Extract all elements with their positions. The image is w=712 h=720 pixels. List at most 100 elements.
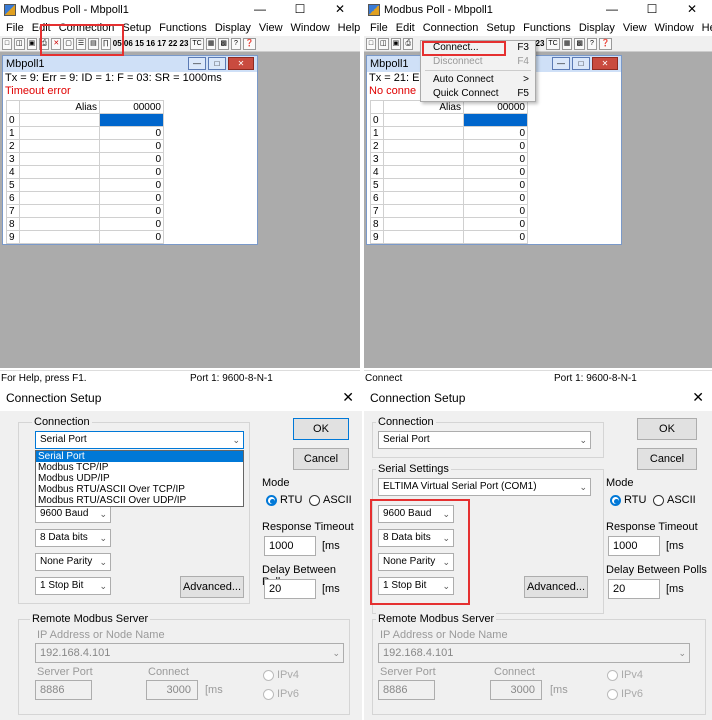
table-row[interactable]: 30 — [370, 152, 528, 166]
table-row[interactable]: 50 — [370, 178, 528, 192]
menu-window[interactable]: Window — [651, 22, 698, 34]
response-timeout-input[interactable]: 1000 — [608, 536, 660, 556]
minimize-icon[interactable]: — — [592, 0, 632, 19]
ok-button[interactable]: OK — [293, 418, 349, 440]
monitor-icon[interactable]: ▩ — [574, 37, 585, 50]
table-cell-selected[interactable]: 0 — [99, 113, 164, 127]
menu-functions[interactable]: Functions — [519, 22, 575, 34]
tc-button[interactable]: TC — [190, 37, 204, 50]
open-icon[interactable]: ◫ — [14, 37, 25, 50]
column-header-address[interactable]: 00000 — [463, 100, 528, 114]
column-header-alias[interactable]: Alias — [19, 100, 100, 114]
table-row[interactable]: 00 — [370, 113, 528, 127]
server-port-input[interactable]: 8886 — [35, 680, 92, 700]
menu-item-disconnect[interactable]: Disconnect F4 — [421, 55, 535, 69]
baud-rate-select[interactable]: 9600 Baud ⌄ — [35, 505, 111, 523]
ok-button[interactable]: OK — [637, 418, 697, 440]
function-codes[interactable]: 05 06 15 16 17 22 23 — [113, 39, 189, 48]
mode-rtu-radio[interactable]: RTU — [266, 494, 302, 506]
close-icon[interactable]: ✕ — [342, 389, 354, 406]
cancel-button[interactable]: Cancel — [293, 448, 349, 470]
table-row[interactable]: 70 — [6, 204, 164, 218]
menu-item-auto-connect[interactable]: Auto Connect > — [421, 73, 535, 87]
option-tcp-ip[interactable]: Modbus TCP/IP — [36, 462, 243, 473]
table-row[interactable]: 10 — [6, 126, 164, 140]
connect-timeout-input[interactable]: 3000 — [490, 680, 542, 700]
close-icon[interactable]: ✕ — [672, 0, 712, 19]
mode-ascii-radio[interactable]: ASCII — [309, 494, 352, 506]
option-rtu-over-tcp[interactable]: Modbus RTU/ASCII Over TCP/IP — [36, 484, 243, 495]
help-icon[interactable]: ? — [586, 37, 597, 50]
tc-button[interactable]: TC — [546, 37, 560, 50]
menu-functions[interactable]: Functions — [155, 22, 211, 34]
delay-between-polls-input[interactable]: 20 — [608, 579, 660, 599]
option-rtu-over-udp[interactable]: Modbus RTU/ASCII Over UDP/IP — [36, 495, 243, 506]
connect-timeout-input[interactable]: 3000 — [146, 680, 198, 700]
close-icon[interactable]: ✕ — [592, 57, 618, 70]
table-row[interactable]: 90 — [6, 230, 164, 244]
connection-type-select[interactable]: Serial Port ⌄ — [35, 431, 244, 449]
chart-icon[interactable]: ▦ — [561, 37, 573, 50]
menu-view[interactable]: View — [619, 22, 651, 34]
table-row[interactable]: 80 — [6, 217, 164, 231]
table-row[interactable]: 60 — [370, 191, 528, 205]
close-icon[interactable]: ✕ — [692, 389, 704, 406]
menu-display[interactable]: Display — [211, 22, 255, 34]
column-header-alias[interactable]: Alias — [383, 100, 464, 114]
help-icon[interactable]: ? — [231, 37, 241, 50]
save-icon[interactable]: ▣ — [390, 37, 402, 50]
connection-type-select[interactable]: Serial Port ⌄ — [378, 431, 591, 449]
option-serial-port[interactable]: Serial Port — [36, 451, 243, 462]
ipv6-radio[interactable]: IPv6 — [607, 688, 643, 700]
new-icon[interactable]: □ — [366, 37, 376, 50]
table-row[interactable]: 20 — [6, 139, 164, 153]
table-row[interactable]: 40 — [370, 165, 528, 179]
ip-address-input[interactable]: 192.168.4.101 ⌄ — [35, 643, 344, 663]
mode-ascii-radio[interactable]: ASCII — [653, 494, 696, 506]
data-bits-select[interactable]: 8 Data bits ⌄ — [35, 529, 111, 547]
delay-between-polls-input[interactable]: 20 — [264, 579, 316, 599]
stop-bit-select[interactable]: 1 Stop Bit ⌄ — [35, 577, 111, 595]
print-icon[interactable]: ⎙ — [403, 37, 414, 50]
table-row[interactable]: 40 — [6, 165, 164, 179]
ipv6-radio[interactable]: IPv6 — [263, 688, 299, 700]
response-timeout-input[interactable]: 1000 — [264, 536, 316, 556]
ipv4-radio[interactable]: IPv4 — [263, 669, 299, 681]
table-row[interactable]: 70 — [370, 204, 528, 218]
menu-connection[interactable]: Connection — [419, 22, 483, 34]
menu-help[interactable]: Help — [334, 22, 360, 34]
open-icon[interactable]: ◫ — [378, 37, 389, 50]
table-row[interactable]: 30 — [6, 152, 164, 166]
ipv4-radio[interactable]: IPv4 — [607, 669, 643, 681]
minimize-icon[interactable]: — — [240, 0, 280, 19]
table-cell-selected[interactable]: 0 — [463, 113, 528, 127]
server-port-input[interactable]: 8886 — [378, 680, 435, 700]
menu-display[interactable]: Display — [575, 22, 619, 34]
maximize-icon[interactable]: □ — [572, 57, 590, 70]
table-row[interactable]: 20 — [370, 139, 528, 153]
column-header-address[interactable]: 00000 — [99, 100, 164, 114]
option-udp-ip[interactable]: Modbus UDP/IP — [36, 473, 243, 484]
menu-edit[interactable]: Edit — [392, 22, 419, 34]
table-row[interactable]: 10 — [370, 126, 528, 140]
menu-view[interactable]: View — [255, 22, 287, 34]
close-icon[interactable]: ✕ — [228, 57, 254, 70]
table-row[interactable]: 00 — [6, 113, 164, 127]
mode-rtu-radio[interactable]: RTU — [610, 494, 646, 506]
serial-port-select[interactable]: ELTIMA Virtual Serial Port (COM1) ⌄ — [378, 478, 591, 496]
chart-icon[interactable]: ▦ — [205, 37, 217, 50]
advanced-button[interactable]: Advanced... — [180, 576, 244, 598]
minimize-icon[interactable]: — — [188, 57, 206, 70]
context-help-icon[interactable]: ❓ — [243, 37, 256, 50]
maximize-icon[interactable]: □ — [208, 57, 226, 70]
menu-help[interactable]: Help — [698, 22, 712, 34]
menu-file[interactable]: File — [2, 22, 28, 34]
maximize-icon[interactable]: ☐ — [280, 0, 320, 19]
table-row[interactable]: 60 — [6, 191, 164, 205]
menu-window[interactable]: Window — [287, 22, 334, 34]
new-icon[interactable]: □ — [2, 37, 12, 50]
advanced-button[interactable]: Advanced... — [524, 576, 588, 598]
cancel-button[interactable]: Cancel — [637, 448, 697, 470]
table-row[interactable]: 50 — [6, 178, 164, 192]
table-row[interactable]: 80 — [370, 217, 528, 231]
